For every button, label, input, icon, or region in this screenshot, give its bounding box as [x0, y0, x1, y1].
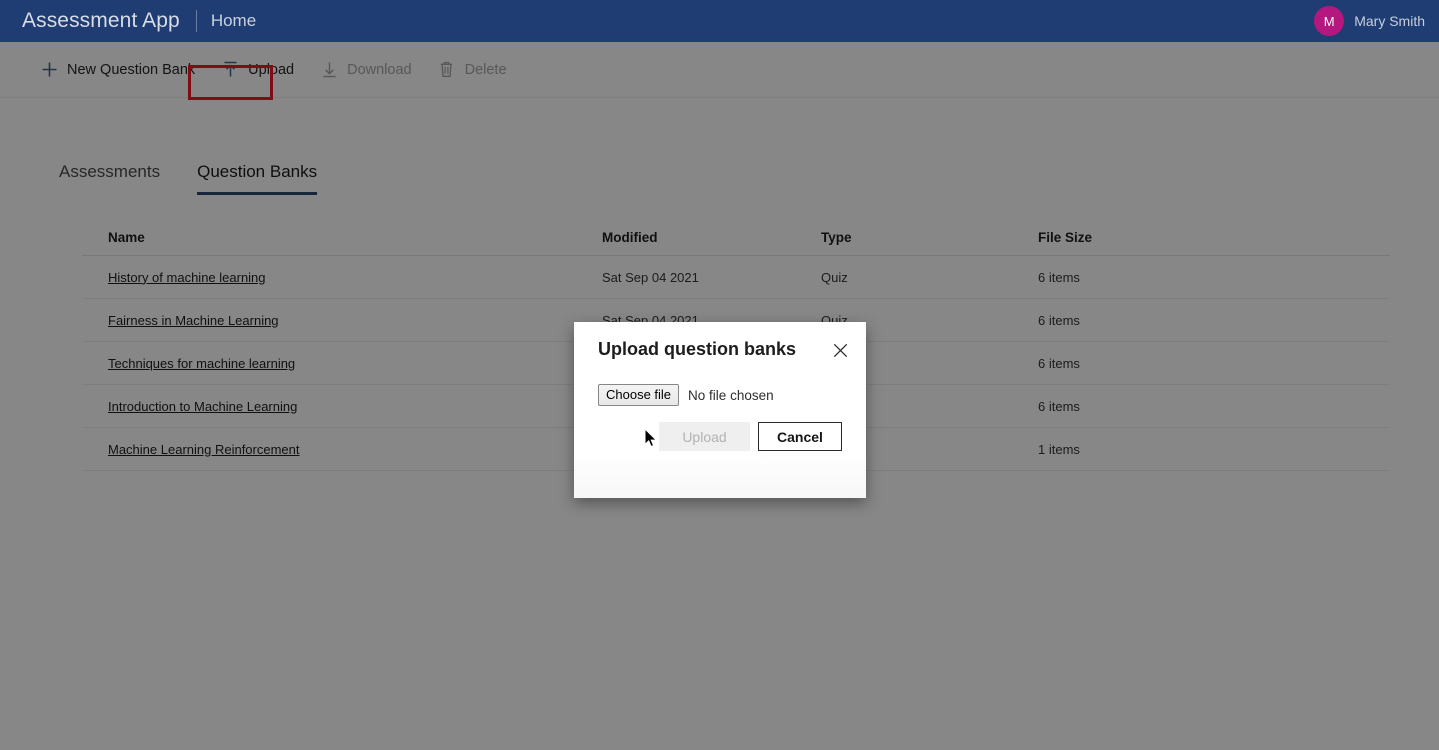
choose-file-button[interactable]: Choose file	[598, 384, 680, 406]
app-brand-title: Assessment App	[22, 9, 180, 32]
close-icon[interactable]	[830, 340, 850, 360]
dialog-actions: Upload Cancel	[574, 422, 866, 451]
dialog-upload-button: Upload	[659, 422, 750, 451]
user-name-label: Mary Smith	[1354, 13, 1425, 29]
dialog-cancel-button[interactable]: Cancel	[758, 422, 842, 451]
top-navigation-bar: Assessment App Home M Mary Smith	[0, 0, 1439, 42]
brand-divider	[195, 10, 197, 32]
user-account-area[interactable]: M Mary Smith	[1314, 6, 1425, 36]
app-window: Assessment App Home M Mary Smith New Que…	[0, 0, 1439, 750]
breadcrumb-home[interactable]: Home	[211, 11, 256, 31]
upload-question-banks-dialog: Upload question banks Choose file No fil…	[574, 322, 866, 498]
avatar[interactable]: M	[1314, 6, 1345, 36]
file-input-row: Choose file No file chosen	[598, 384, 774, 406]
dialog-title: Upload question banks	[598, 339, 797, 359]
file-status-label: No file chosen	[688, 387, 774, 403]
